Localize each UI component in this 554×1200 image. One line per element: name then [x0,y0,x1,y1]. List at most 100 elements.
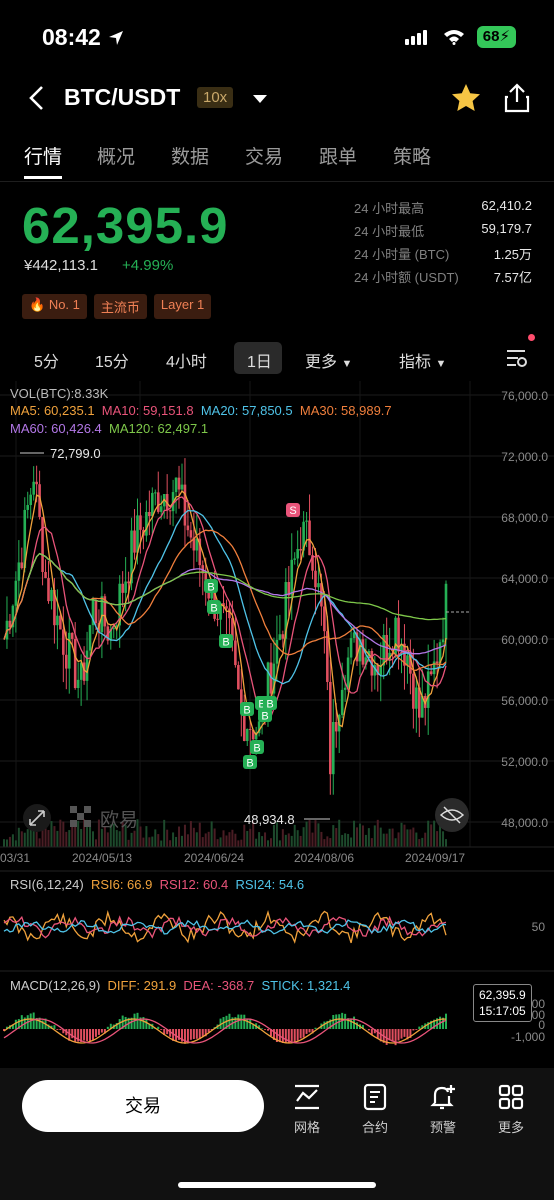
macd-histogram-bar [293,1029,296,1043]
macd-histogram-bar [32,1012,35,1029]
volume-bar [358,823,361,847]
tab-overview[interactable]: 概况 [97,142,135,169]
candle-body [29,494,32,506]
volume-bar [400,822,403,847]
grid-button[interactable]: 网格 [285,1082,329,1136]
macd-histogram-bar [412,1029,415,1031]
back-arrow-icon[interactable] [24,82,50,114]
volume-bar [225,835,228,847]
timeframe-1d[interactable]: 1日 [247,348,272,372]
volume-bar [356,827,359,847]
volume-bar [290,835,293,847]
volume-bar [8,836,11,847]
volume-bar [302,827,305,847]
candle-body [41,516,44,572]
pair-title[interactable]: BTC/USDT [64,84,180,111]
volume-bar [228,832,231,847]
macd-histogram-bar [56,1029,59,1030]
volume-bar [166,829,169,847]
volume-bar [278,840,281,847]
more-button[interactable]: 更多 [489,1082,533,1136]
ma30-label: MA30: 58,989.7 [299,403,392,418]
macd-histogram-bar [246,1018,249,1029]
volume-bar [154,829,157,847]
trade-button[interactable]: 交易 [22,1080,264,1132]
candle-body [189,530,193,538]
tab-trades[interactable]: 交易 [245,142,283,169]
favorite-star-icon[interactable] [450,82,482,114]
rank-tag[interactable]: 🔥 No. 1 [22,294,87,319]
volume-bar [219,837,222,847]
volume-bar [160,840,163,847]
x-tick-label: 2024/09/17 [405,851,465,865]
volume-bar [189,821,192,847]
volume-bar [118,831,121,847]
indicators-button[interactable]: 指标 ▼ [399,348,446,372]
tab-strategy[interactable]: 策略 [393,142,431,169]
volume-bar [430,824,433,847]
candle-body [44,571,47,579]
candle-body [153,492,157,494]
volume-bar [264,832,267,847]
tab-data[interactable]: 数据 [171,142,209,169]
volume-bar [364,834,367,847]
candle-body [180,484,184,490]
candle-body [136,515,139,553]
candle-body [26,505,30,510]
volume-bar [424,832,427,847]
macd-histogram-bar [145,1019,148,1029]
stat-value: 1.25万 [493,247,532,262]
candle-body [56,615,59,626]
contract-button[interactable]: 合约 [353,1082,397,1136]
macd-stick: STICK: 1,321.4 [261,978,351,993]
volume-bar [243,824,246,847]
volume-bar [341,834,344,847]
macd-histogram-bar [136,1012,139,1029]
macd-histogram-bar [332,1014,335,1029]
buy-marker-letter: B [246,758,253,770]
macd-histogram-bar [100,1029,103,1033]
volume-bar [267,840,270,847]
macd-histogram-bar [83,1029,86,1041]
candle-body [293,558,297,560]
kline-chart[interactable]: 76,000.0 72,000.0 68,000.0 64,000.0 60,000.0… [0,381,554,1067]
location-arrow-icon [108,30,123,45]
layer-tag[interactable]: Layer 1 [153,294,212,319]
macd-histogram-bar [296,1029,299,1041]
timeframe-more[interactable]: 更多 ▼ [305,348,352,372]
volume-bar [269,838,272,847]
candle-body [237,665,240,690]
volume-bar [71,825,74,847]
volume-bar [350,837,353,847]
chart-area[interactable]: 76,000.0 72,000.0 68,000.0 64,000.0 60,000.0… [0,381,554,1067]
home-indicator [178,1182,376,1188]
macd-histogram-bar [344,1013,347,1029]
alert-button[interactable]: 预警 [421,1082,465,1136]
high-price-label: 72,799.0 [50,446,101,461]
candle-body [70,632,74,639]
macd-histogram-bar [243,1014,246,1029]
volume-bar [56,830,59,847]
volume-bar [175,836,178,847]
candle-body [415,687,418,709]
category-tag[interactable]: 主流币 [93,294,147,319]
buy-marker-letter: B [222,637,229,649]
candle-body [14,580,18,606]
candle-body [275,639,279,664]
share-icon[interactable] [503,82,531,114]
macd-histogram-bar [228,1013,231,1029]
timeframe-4h[interactable]: 4小时 [166,348,207,372]
timeframe-15m[interactable]: 15分 [95,348,129,372]
candle-body [177,477,181,490]
timeframe-5m[interactable]: 5分 [34,348,59,372]
y-tick-label: 68,000.0 [501,511,548,525]
chart-settings-icon[interactable] [506,348,528,368]
candle-body [17,562,21,581]
tab-copy-trading[interactable]: 跟单 [319,142,357,169]
macd-tick-label: -1,000 [511,1030,545,1044]
macd-histogram-bar [335,1014,338,1029]
volume-bar [163,819,166,847]
tab-market[interactable]: 行情 [24,142,62,169]
caret-down-icon[interactable] [252,94,268,104]
pair-header: BTC/USDT 10x [0,76,554,120]
